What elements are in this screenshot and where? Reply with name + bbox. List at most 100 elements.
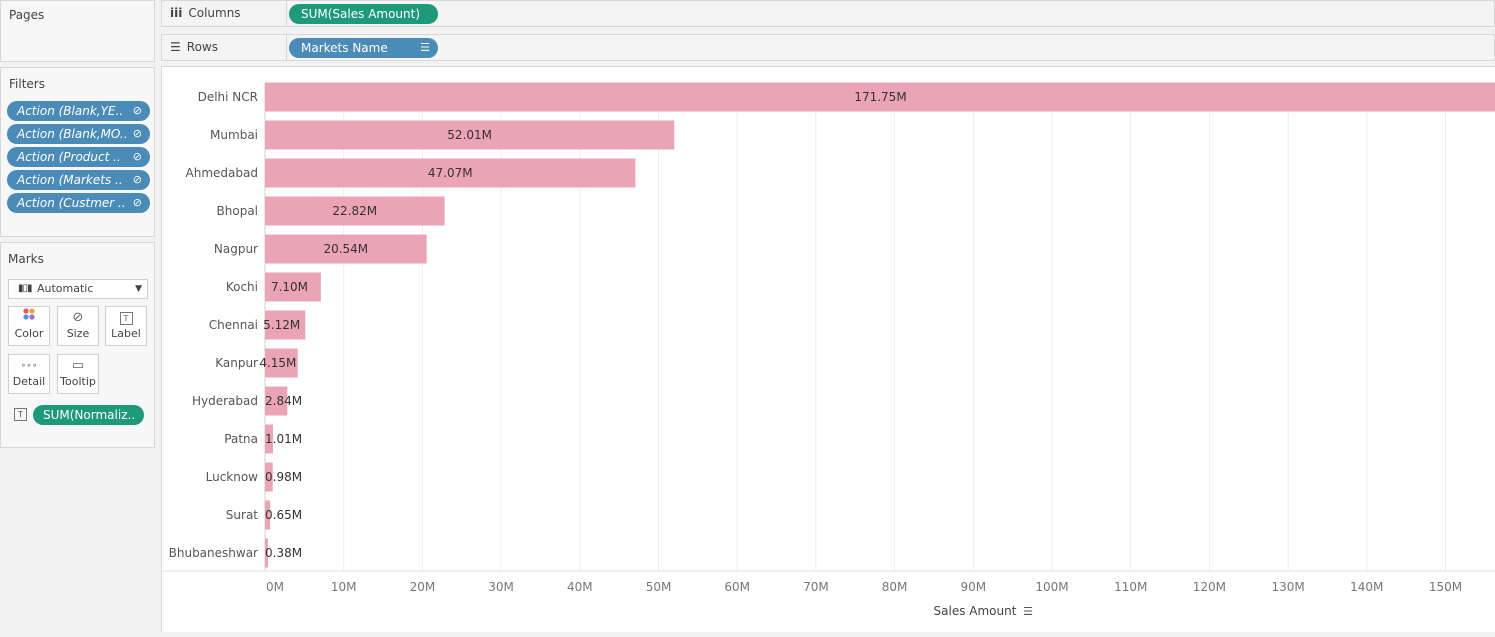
x-tick-label: 100M	[1035, 580, 1068, 594]
x-tick-label: 40M	[567, 580, 593, 594]
data-label: 1.01M	[265, 432, 302, 446]
rows-shelf-label: ☰ Rows	[170, 40, 218, 54]
category-label: Lucknow	[206, 470, 259, 484]
category-label: Bhopal	[217, 204, 258, 218]
bar-chart-icon: ▮▯▮	[18, 283, 32, 294]
data-label: 52.01M	[447, 128, 492, 142]
data-label: 20.54M	[323, 242, 368, 256]
tooltip-icon: ▭	[71, 358, 85, 373]
label-field-pill[interactable]: SUM(Normaliz..	[33, 405, 144, 425]
x-tick-label: 130M	[1271, 580, 1304, 594]
label-card[interactable]: T Label	[105, 306, 147, 346]
x-tick-label: 70M	[803, 580, 829, 594]
filter-pill-label: Action (Product ..	[17, 150, 121, 164]
category-label: Ahmedabad	[186, 166, 258, 180]
columns-pill-label: SUM(Sales Amount)	[301, 7, 421, 21]
columns-icon: iii	[170, 6, 183, 20]
columns-shelf[interactable]: iii Columns SUM(Sales Amount)	[161, 0, 1495, 27]
link-icon: ⊘	[132, 196, 142, 209]
filter-pill-label: Action (Blank,YE..	[17, 104, 124, 118]
category-label: Surat	[226, 508, 259, 522]
columns-shelf-label: iii Columns	[170, 6, 241, 20]
pages-title: Pages	[9, 8, 45, 22]
x-tick-label: 0M	[266, 580, 284, 594]
sort-icon[interactable]: ☰	[420, 38, 430, 58]
bar-chart: Delhi NCR 171.75M Mumbai 52.01M Ahmedabad 47.…	[162, 82, 1495, 618]
rows-icon: ☰	[170, 40, 181, 54]
x-tick-label: 90M	[960, 580, 986, 594]
chart-area: Delhi NCR 171.75M Mumbai 52.01M Ahmedabad 47.…	[161, 66, 1495, 632]
color-card[interactable]: Color	[8, 306, 50, 346]
category-label: Kanpur	[215, 356, 258, 370]
filters-panel: Filters Action (Blank,YE.. ⊘ Action (Blan…	[0, 67, 155, 237]
rows-pill[interactable]: Markets Name ☰	[289, 38, 438, 58]
x-tick-label: 150M	[1429, 580, 1462, 594]
pages-panel: Pages	[0, 0, 155, 62]
filters-title: Filters	[9, 77, 45, 91]
mark-type-dropdown[interactable]: ▮▯▮ Automatic ▼	[8, 279, 148, 299]
detail-icon: ∘∘∘	[20, 361, 38, 371]
filter-pill-label: Action (Custmer ..	[17, 196, 126, 210]
link-icon: ⊘	[132, 104, 142, 117]
mark-type-label: Automatic	[37, 282, 94, 295]
data-label: 2.84M	[265, 394, 302, 408]
filter-pill[interactable]: Action (Product .. ⊘	[7, 147, 150, 167]
data-label: 5.12M	[263, 318, 300, 332]
x-tick-label: 20M	[410, 580, 436, 594]
category-label: Bhubaneshwar	[169, 546, 258, 560]
category-label: Hyderabad	[192, 394, 258, 408]
category-label: Mumbai	[210, 128, 258, 142]
data-label: 0.38M	[265, 546, 302, 560]
label-field-pill-text: SUM(Normaliz..	[43, 408, 136, 422]
data-label: 0.65M	[265, 508, 302, 522]
tooltip-card-label: Tooltip	[60, 375, 96, 388]
x-tick-label: 120M	[1193, 580, 1226, 594]
rows-pill-label: Markets Name	[301, 41, 388, 55]
category-label: Kochi	[226, 280, 258, 294]
color-dots-icon	[9, 307, 49, 327]
data-label: 4.15M	[259, 356, 296, 370]
x-tick-label: 80M	[882, 580, 908, 594]
detail-card[interactable]: ∘∘∘ Detail	[8, 354, 50, 394]
chevron-down-icon: ▼	[135, 284, 142, 294]
x-tick-label: 60M	[724, 580, 750, 594]
marks-title: Marks	[8, 252, 44, 266]
x-tick-label: 10M	[331, 580, 357, 594]
x-axis-title: Sales Amount	[934, 604, 1017, 618]
rows-label-text: Rows	[186, 40, 218, 54]
label-mark-icon: T	[14, 408, 27, 421]
category-label: Patna	[224, 432, 258, 446]
detail-card-label: Detail	[12, 375, 46, 388]
x-tick-label: 110M	[1114, 580, 1147, 594]
filter-pill[interactable]: Action (Custmer .. ⊘	[7, 193, 150, 213]
category-label: Chennai	[209, 318, 258, 332]
label-text-icon: T	[106, 307, 146, 327]
category-label: Delhi NCR	[198, 90, 258, 104]
filter-pill-label: Action (Markets ..	[17, 173, 123, 187]
x-tick-label: 30M	[488, 580, 514, 594]
category-label: Nagpur	[214, 242, 258, 256]
rows-shelf[interactable]: ☰ Rows Markets Name ☰	[161, 34, 1495, 61]
columns-label-text: Columns	[188, 6, 241, 20]
link-icon: ⊘	[132, 127, 142, 140]
data-label: 171.75M	[854, 90, 906, 104]
link-icon: ⊘	[132, 150, 142, 163]
tooltip-card[interactable]: ▭ Tooltip	[57, 354, 99, 394]
filter-pill[interactable]: Action (Markets .. ⊘	[7, 170, 150, 190]
filter-pill[interactable]: Action (Blank,YE.. ⊘	[7, 101, 150, 121]
size-card[interactable]: ⊘ Size	[57, 306, 99, 346]
color-card-label: Color	[14, 327, 44, 340]
shelf-divider	[286, 35, 287, 60]
data-label: 47.07M	[428, 166, 473, 180]
link-icon: ⊘	[132, 173, 142, 186]
size-icon: ⊘	[72, 310, 84, 325]
x-tick-label: 140M	[1350, 580, 1383, 594]
sort-icon: ☰	[1023, 605, 1033, 618]
filter-pill[interactable]: Action (Blank,MO.. ⊘	[7, 124, 150, 144]
data-label: 7.10M	[271, 280, 308, 294]
shelf-divider	[286, 1, 287, 26]
label-card-label: Label	[111, 327, 141, 340]
x-tick-label: 50M	[646, 580, 672, 594]
data-label: 22.82M	[332, 204, 377, 218]
columns-pill[interactable]: SUM(Sales Amount)	[289, 4, 438, 24]
